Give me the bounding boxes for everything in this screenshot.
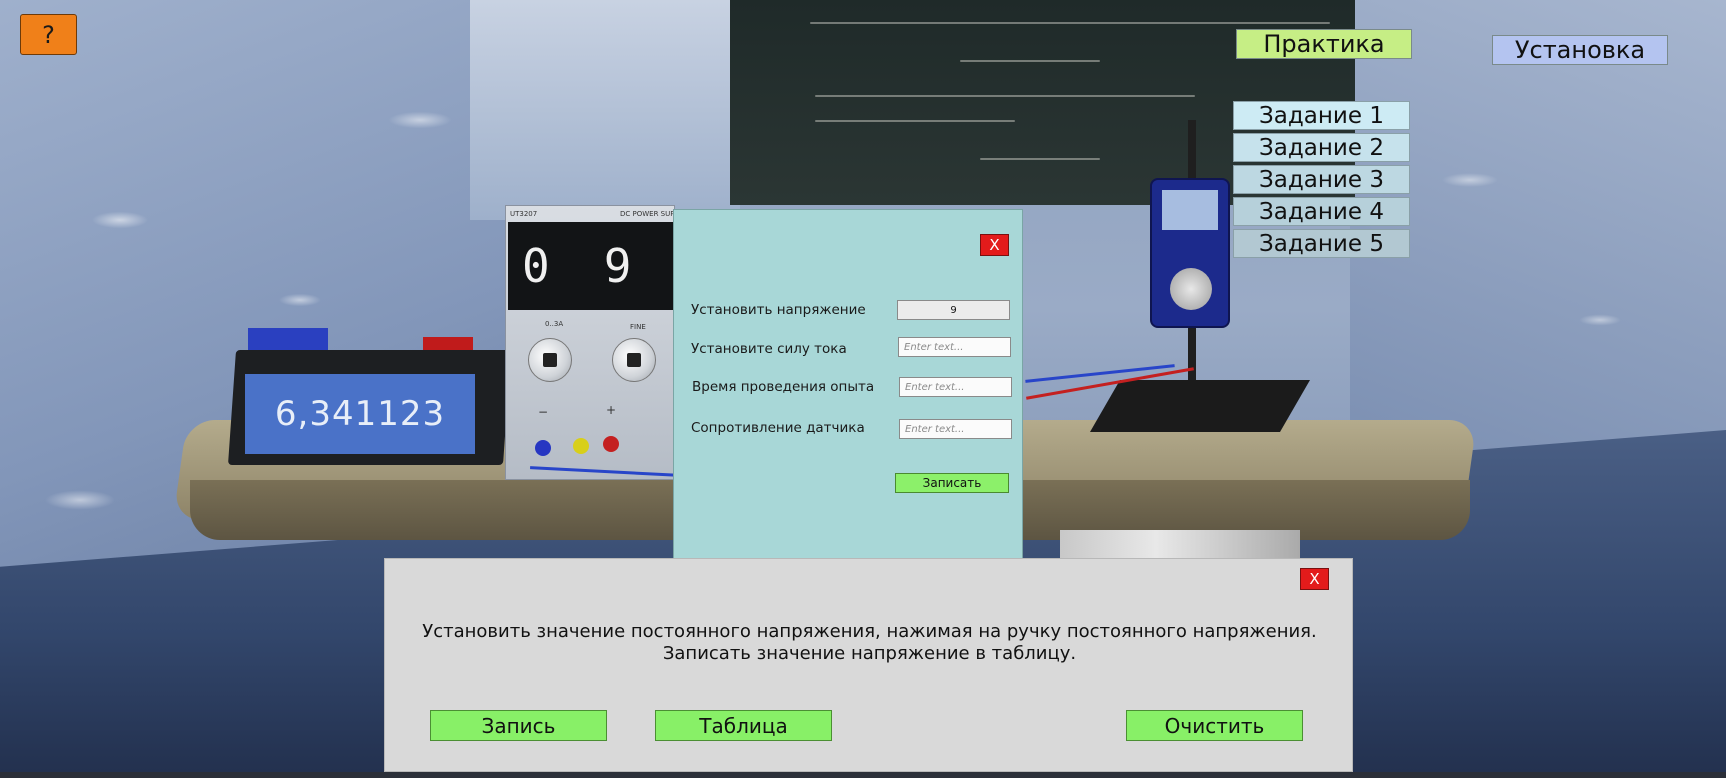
- meter-red-cap: [423, 337, 473, 351]
- task-4-button[interactable]: Задание 4: [1233, 197, 1410, 226]
- psu-digit-2: 9: [603, 239, 632, 293]
- measurement-dialog: X Установить напряжение Установите силу …: [673, 209, 1023, 566]
- multimeter-screen: [1162, 190, 1218, 230]
- terminal-positive: [603, 436, 619, 452]
- psu-fine-label: FINE: [630, 323, 646, 331]
- current-input[interactable]: [898, 337, 1011, 357]
- duration-input[interactable]: [899, 377, 1012, 397]
- psu-brand-label: UT3207: [510, 210, 538, 218]
- back-wall: [470, 0, 740, 220]
- resistance-label: Сопротивление датчика: [691, 420, 865, 436]
- psu-coarse-label: 0..3A: [545, 320, 564, 328]
- resistance-input[interactable]: [899, 419, 1012, 439]
- instruction-panel: X Установить значение постоянного напряж…: [384, 558, 1353, 772]
- psu-plus-label: +: [606, 403, 617, 417]
- multimeter-dial: [1170, 268, 1212, 310]
- voltage-label: Установить напряжение: [691, 302, 866, 318]
- psu-digit-1: 0: [522, 239, 550, 293]
- practice-button[interactable]: Практика: [1236, 29, 1412, 59]
- psu-voltage-knob[interactable]: [528, 338, 572, 382]
- setup-button[interactable]: Установка: [1492, 35, 1668, 65]
- psu-fine-knob[interactable]: [612, 338, 656, 382]
- task-2-button[interactable]: Задание 2: [1233, 133, 1410, 162]
- instruction-text: Установить значение постоянного напряжен…: [422, 621, 1317, 664]
- stand-base: [1089, 380, 1311, 432]
- psu-display: 0 9: [508, 222, 678, 310]
- dialog-close-button[interactable]: X: [980, 234, 1009, 256]
- current-label: Установите силу тока: [691, 341, 847, 357]
- duration-label: Время проведения опыта: [692, 379, 875, 395]
- table-button[interactable]: Таблица: [655, 710, 832, 741]
- panel-close-button[interactable]: X: [1300, 568, 1329, 590]
- task-5-button[interactable]: Задание 5: [1233, 229, 1410, 258]
- bottom-strip: [0, 772, 1726, 778]
- record-button[interactable]: Запись: [430, 710, 607, 741]
- write-button[interactable]: Записать: [895, 473, 1009, 493]
- terminal-negative: [535, 440, 551, 456]
- psu-minus-label: −: [538, 405, 549, 419]
- terminal-ground: [573, 438, 589, 454]
- clear-button[interactable]: Очистить: [1126, 710, 1303, 741]
- task-3-button[interactable]: Задание 3: [1233, 165, 1410, 194]
- meter-reading-display: 6,341123: [245, 374, 475, 454]
- help-button[interactable]: ?: [20, 14, 77, 55]
- task-1-button[interactable]: Задание 1: [1233, 101, 1410, 130]
- voltage-input[interactable]: [897, 300, 1010, 320]
